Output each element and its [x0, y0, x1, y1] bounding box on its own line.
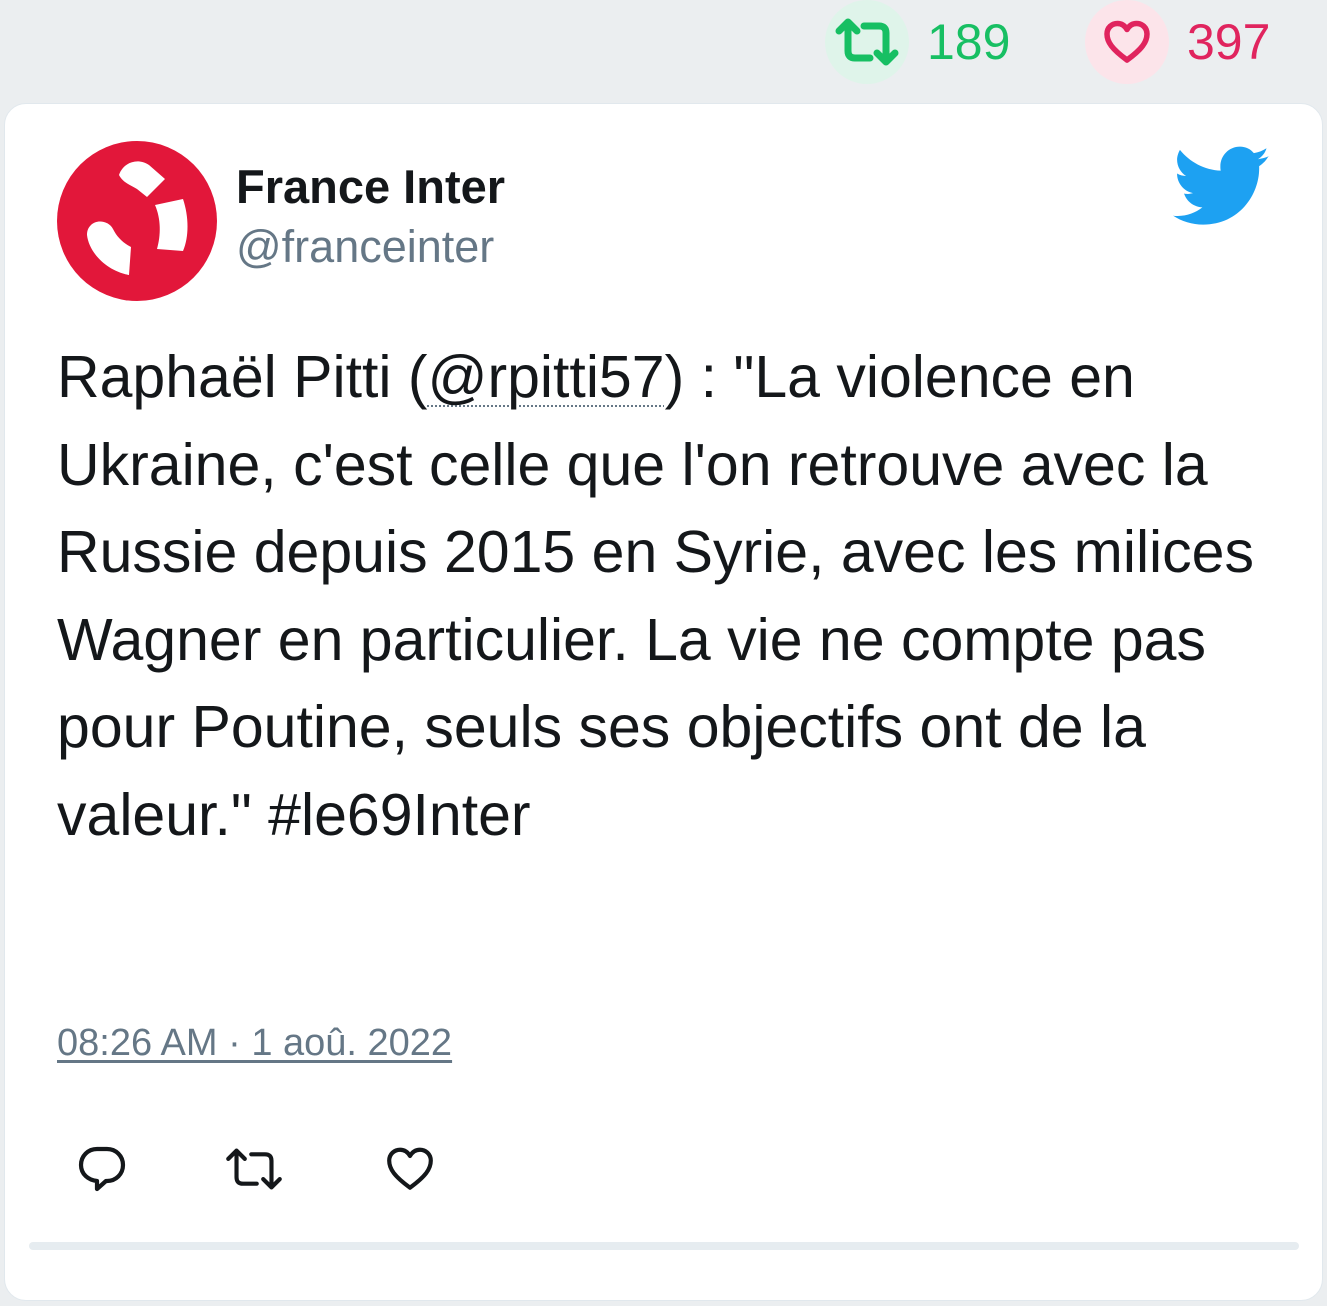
timestamp-link[interactable]: 08:26 AM · 1 aoû. 2022 [57, 1022, 452, 1065]
retweet-button[interactable] [219, 1134, 289, 1204]
like-button[interactable] [375, 1134, 445, 1204]
engagement-bar: 189 397 [0, 0, 1327, 100]
tweet-text-rest: ) : "La violence en Ukraine, c'est celle… [57, 344, 1254, 848]
tweet-card: France Inter @franceinter Raphaël Pitti … [4, 103, 1323, 1301]
like-count: 397 [1187, 14, 1271, 70]
heart-icon[interactable] [1085, 0, 1169, 84]
mention-link[interactable]: @rpitti57 [428, 344, 665, 410]
divider [29, 1242, 1299, 1250]
heart-icon [387, 1147, 433, 1190]
france-inter-logo-icon [87, 161, 188, 275]
reply-button[interactable] [67, 1134, 137, 1204]
reply-icon [78, 1146, 126, 1192]
author-handle[interactable]: @franceinter [236, 222, 494, 272]
like-stat[interactable]: 397 [1085, 0, 1270, 84]
tweet-text-start: Raphaël Pitti ( [57, 344, 428, 410]
tweet-text: Raphaël Pitti (@rpitti57) : "La violence… [57, 334, 1287, 859]
avatar[interactable] [57, 141, 217, 301]
retweet-icon [226, 1148, 282, 1190]
retweet-icon[interactable] [825, 0, 909, 84]
twitter-bird-icon[interactable] [1173, 146, 1271, 228]
retweet-count: 189 [927, 14, 1011, 70]
retweet-stat[interactable]: 189 [825, 0, 1010, 84]
author-name[interactable]: France Inter [236, 161, 505, 213]
